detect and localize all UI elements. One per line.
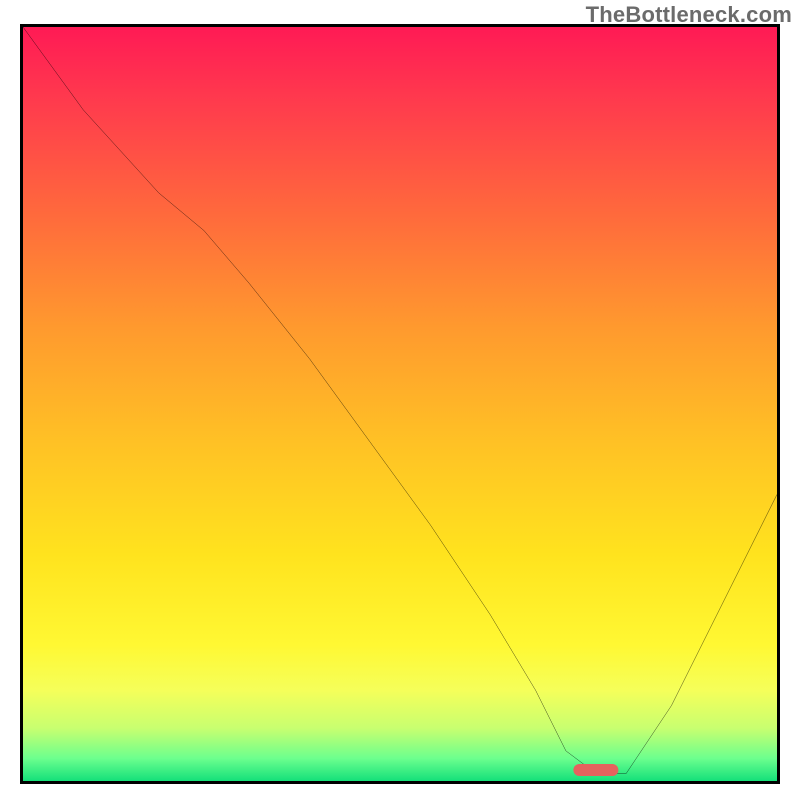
bottleneck-curve — [23, 27, 777, 781]
optimal-marker — [573, 764, 618, 776]
watermark-text: TheBottleneck.com — [586, 2, 792, 28]
plot-area — [23, 27, 777, 781]
plot-frame — [20, 24, 780, 784]
chart-wrapper: TheBottleneck.com — [0, 0, 800, 800]
